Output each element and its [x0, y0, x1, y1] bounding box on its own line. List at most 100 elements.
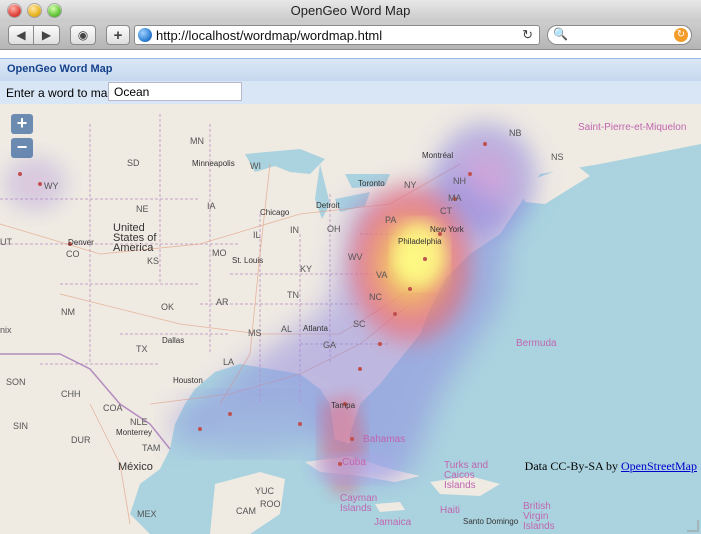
map-label: New York — [430, 225, 464, 234]
map-label: KS — [147, 256, 160, 266]
word-input-label: Enter a word to map: — [6, 86, 118, 100]
forward-button[interactable]: ▶ — [34, 25, 60, 45]
map-label: Santo Domingo — [463, 517, 519, 526]
map-label: Dallas — [162, 336, 185, 345]
app-title: OpenGeo Word Map — [7, 63, 113, 75]
back-arrow-icon: ◀ — [16, 28, 26, 42]
map-label: MO — [212, 248, 227, 258]
zoom-out-button[interactable]: − — [11, 138, 33, 158]
map-label: KY — [300, 264, 313, 274]
map-label: UT — [0, 237, 12, 247]
map-label: Haiti — [440, 505, 461, 516]
map-view[interactable]: NB Saint-Pierre-et-Miquelon NS MN Minnea… — [0, 104, 701, 534]
map-label: SD — [127, 158, 140, 168]
map-label: CO — [66, 249, 80, 259]
map-label: SIN — [13, 421, 29, 431]
address-bar[interactable]: http://localhost/wordmap/wordmap.html ↻ — [134, 25, 540, 45]
map-label: NM — [61, 307, 75, 317]
map-label: Montréal — [422, 151, 454, 160]
map-label: Houston — [173, 376, 203, 385]
map-label: IN — [290, 225, 299, 235]
resize-grip-icon[interactable] — [687, 520, 699, 532]
map-label: MA — [448, 193, 462, 203]
map-label: Cuba — [342, 457, 366, 468]
stop-icon: ◉ — [77, 28, 89, 42]
map-label: Denver — [68, 238, 94, 247]
map-label: ROO — [260, 499, 281, 509]
map-label: VA — [376, 270, 388, 280]
app-panel-header: OpenGeo Word Map — [0, 58, 701, 82]
map-label: WY — [44, 181, 59, 191]
map-label: WV — [348, 252, 363, 262]
map-label: TX — [136, 344, 148, 354]
back-button[interactable]: ◀ — [8, 25, 34, 45]
stop-button[interactable]: ◉ — [70, 25, 96, 45]
map-label: CAM — [236, 506, 256, 516]
map-label: NY — [404, 180, 417, 190]
map-label: PA — [385, 215, 397, 225]
map-label: TN — [287, 290, 299, 300]
map-label: IL — [253, 230, 261, 240]
url-text[interactable]: http://localhost/wordmap/wordmap.html — [156, 28, 382, 43]
map-label: Chicago — [260, 208, 290, 217]
map-label: IA — [207, 201, 216, 211]
map-label: United States of America — [113, 222, 157, 254]
zoom-in-button[interactable]: + — [11, 114, 33, 134]
map-label: MEX — [137, 509, 157, 519]
map-label: COA — [103, 403, 123, 413]
word-form: Enter a word to map: — [0, 81, 701, 105]
map-label: NS — [551, 152, 564, 162]
map-label: NH — [453, 176, 466, 186]
map-label: WI — [250, 161, 261, 171]
heat-blob-gulf — [170, 394, 330, 454]
map-label: AL — [281, 324, 293, 334]
map-label: nix — [0, 325, 12, 335]
plus-icon: + — [113, 26, 123, 44]
map-label: LA — [223, 357, 235, 367]
add-bookmark-button[interactable]: + — [106, 25, 130, 45]
map-label: Philadelphia — [398, 237, 442, 246]
map-label: British Virgin Islands — [523, 501, 555, 532]
search-field[interactable]: 🔍 ↻ — [547, 25, 692, 45]
search-icon[interactable]: 🔍 — [553, 27, 568, 41]
attribution-text: Data CC-By-SA by — [524, 459, 622, 473]
map-label: DUR — [71, 435, 91, 445]
map-label: OH — [327, 224, 341, 234]
map-label: TAM — [142, 443, 161, 453]
map-label: GA — [323, 340, 337, 350]
map-label: OK — [161, 302, 175, 312]
map-label: México — [118, 461, 153, 473]
forward-arrow-icon: ▶ — [41, 28, 52, 42]
map-label: Detroit — [316, 201, 340, 210]
map-label: SON — [6, 377, 26, 387]
reload-icon[interactable]: ↻ — [522, 27, 533, 43]
map-label: Turks and Caicos Islands — [444, 460, 489, 491]
map-label: St. Louis — [232, 256, 264, 265]
map-label: NC — [369, 292, 382, 302]
map-label: AR — [216, 297, 229, 307]
page-content: OpenGeo Word Map Enter a word to map: Oc… — [0, 50, 701, 534]
map-label: CT — [440, 206, 452, 216]
title-bar: OpenGeo Word Map — [0, 0, 701, 23]
map-label: YUC — [255, 486, 275, 496]
map-label: Tampa — [331, 401, 356, 410]
map-label: Cayman Islands — [340, 493, 378, 514]
map-label: Minneapolis — [192, 159, 235, 168]
map-label: NB — [509, 128, 522, 138]
map-label: NE — [136, 204, 149, 214]
map-label: Saint-Pierre-et-Miquelon — [578, 122, 687, 133]
map-label: MS — [248, 328, 262, 338]
map-label: Bahamas — [363, 434, 406, 445]
map-label: CHH — [61, 389, 81, 399]
browser-toolbar: ◀ ▶ ◉ + http://localhost/wordmap/wordmap… — [0, 22, 701, 50]
map-label: Monterrey — [116, 428, 153, 437]
search-go-icon[interactable]: ↻ — [674, 28, 688, 42]
globe-icon — [138, 28, 152, 42]
map-attribution: Data CC-By-SA by OpenStreetMap — [525, 459, 697, 474]
map-label: SC — [353, 319, 366, 329]
word-input[interactable] — [108, 82, 242, 101]
openstreetmap-link[interactable]: OpenStreetMap — [621, 459, 697, 473]
map-label: Toronto — [358, 179, 385, 188]
map-label: Bermuda — [516, 338, 557, 349]
browser-window: OpenGeo Word Map ◀ ▶ ◉ + http://localhos… — [0, 0, 701, 534]
